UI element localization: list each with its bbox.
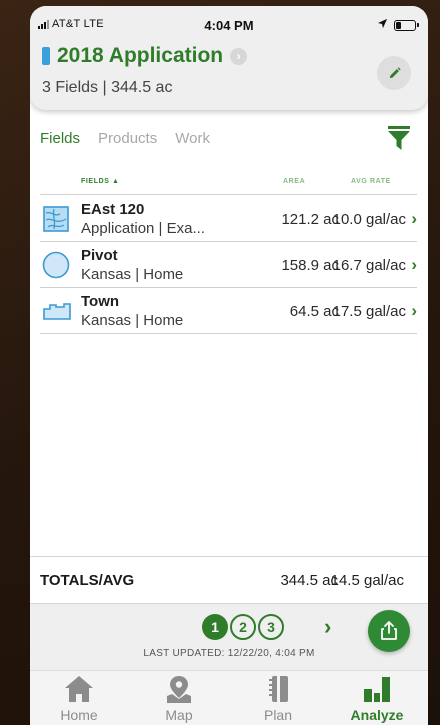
notebook-icon (269, 676, 288, 702)
application-title-row[interactable]: 2018 Application › (42, 44, 248, 68)
tab-fields[interactable]: Fields (40, 130, 80, 147)
bar-chart-icon (364, 677, 390, 702)
filter-button[interactable] (388, 126, 410, 152)
field-details: Kansas | Home (81, 312, 184, 329)
field-avg-rate: 17.5 gal/ac (332, 303, 406, 320)
column-header-area[interactable]: AREA (283, 178, 305, 185)
edit-button[interactable] (377, 56, 411, 90)
field-area: 158.9 ac (281, 257, 339, 274)
table-row[interactable]: Pivot Kansas | Home 158.9 ac 16.7 gal/ac… (40, 242, 417, 288)
totals-avg-rate: 14.5 gal/ac (330, 572, 404, 589)
nav-label-analyze: Analyze (350, 707, 404, 723)
page-title: 2018 Application (57, 44, 224, 67)
color-marker (42, 47, 50, 65)
totals-area: 344.5 ac (280, 572, 338, 589)
field-name: Town (81, 293, 120, 310)
field-details: Kansas | Home (81, 266, 184, 283)
pivot-circle-icon (42, 251, 70, 279)
field-avg-rate: 16.7 gal/ac (332, 257, 406, 274)
field-avg-rate: 10.0 gal/ac (332, 211, 406, 228)
field-area: 64.5 ac (289, 303, 339, 320)
app-screen: AT&T LTE 4:04 PM 2018 Application › 3 Fi… (30, 6, 428, 725)
field-map-icon (42, 205, 70, 233)
field-area: 121.2 ac (281, 211, 339, 228)
tab-products[interactable]: Products (98, 130, 157, 147)
field-outline-icon (42, 297, 71, 325)
bottom-nav: Home Map Plan Analyze (30, 670, 428, 725)
totals-row: TOTALS/AVG 344.5 ac 14.5 gal/ac (30, 556, 428, 604)
nav-label-plan: Plan (263, 707, 293, 723)
pencil-icon (389, 66, 401, 78)
column-header-avg-rate[interactable]: AVG RATE (351, 178, 391, 185)
map-pin-icon (167, 676, 191, 703)
battery-fill (396, 22, 402, 29)
share-icon (381, 621, 397, 640)
chevron-right-icon: › (411, 301, 417, 320)
nav-home[interactable]: Home (39, 674, 119, 723)
location-arrow-icon (377, 18, 388, 32)
field-name: EAst 120 (81, 201, 145, 218)
last-updated-text: LAST UPDATED: 12/22/20, 4:04 PM (143, 648, 315, 659)
next-page-chevron-icon[interactable]: › (324, 614, 331, 640)
home-icon (65, 676, 93, 702)
pager: 1 2 3 › LAST UPDATED: 12/22/20, 4:04 PM (30, 604, 428, 670)
battery-icon (394, 20, 419, 31)
nav-analyze[interactable]: Analyze (337, 674, 417, 723)
column-header-fields[interactable]: FIELDS ▲ (81, 178, 120, 185)
header-card: AT&T LTE 4:04 PM 2018 Application › 3 Fi… (30, 6, 428, 110)
nav-label-home: Home (60, 707, 98, 723)
table-row[interactable]: Town Kansas | Home 64.5 ac 17.5 gal/ac › (40, 288, 417, 334)
tab-bar: Fields Products Work (40, 130, 210, 147)
filter-icon (388, 126, 410, 150)
tab-work[interactable]: Work (175, 130, 210, 147)
field-summary: 3 Fields | 344.5 ac (42, 79, 173, 96)
chevron-right-icon: › (411, 255, 417, 274)
page-button-1[interactable]: 1 (202, 614, 228, 640)
nav-plan[interactable]: Plan (238, 674, 318, 723)
status-bar: AT&T LTE 4:04 PM (30, 18, 428, 34)
nav-map[interactable]: Map (139, 674, 219, 723)
table-row[interactable]: EAst 120 Application | Exa... 121.2 ac 1… (40, 196, 417, 242)
chevron-right-icon[interactable]: › (230, 47, 248, 65)
field-details: Application | Exa... (81, 220, 205, 237)
chevron-right-icon: › (411, 209, 417, 228)
status-time: 4:04 PM (204, 18, 254, 33)
nav-label-map: Map (165, 707, 193, 723)
table-header: FIELDS ▲ AREA AVG RATE (40, 176, 417, 195)
page-button-3[interactable]: 3 (258, 614, 284, 640)
page-button-2[interactable]: 2 (230, 614, 256, 640)
totals-label: TOTALS/AVG (40, 572, 135, 589)
field-name: Pivot (81, 247, 118, 264)
share-button[interactable] (368, 610, 410, 652)
